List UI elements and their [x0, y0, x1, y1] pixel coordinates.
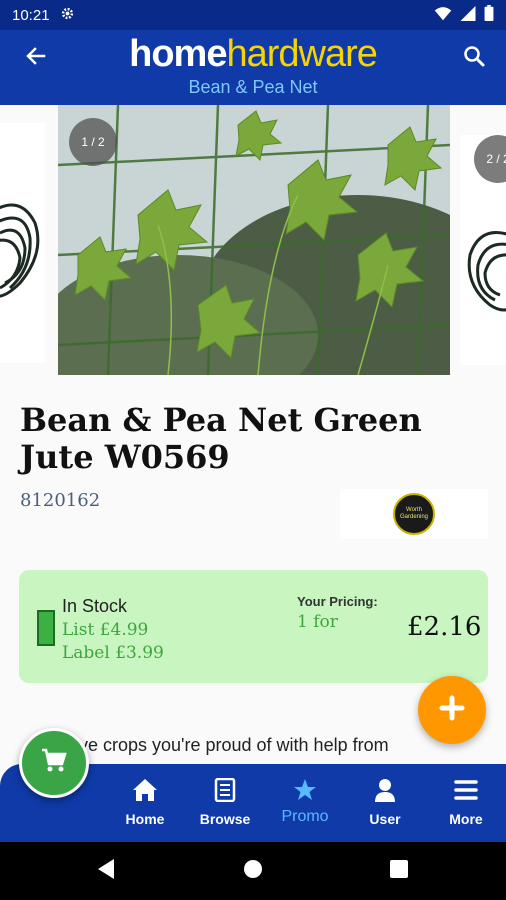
screen: 10:21 homehardware Bean & Pea Net 1 / 2 … [0, 0, 506, 900]
pricing-label: Your Pricing: [297, 594, 378, 609]
shopping-cart-icon [41, 748, 67, 779]
plus-icon [438, 694, 466, 727]
stock-status: In Stock [62, 596, 128, 616]
system-home-button[interactable] [241, 859, 265, 883]
nav-item-browse[interactable]: Browse [190, 777, 260, 834]
search-button[interactable] [456, 40, 492, 76]
system-recents-button[interactable] [387, 859, 411, 883]
browse-icon [214, 777, 236, 805]
nav-item-more[interactable]: More [431, 778, 501, 834]
battery-icon [484, 5, 494, 25]
product-description: ...ve crops you're proud of with help fr… [64, 735, 389, 755]
system-navigation-bar [0, 842, 506, 900]
system-back-button[interactable] [94, 858, 118, 885]
nav-item-home[interactable]: Home [110, 778, 180, 834]
add-button[interactable] [418, 676, 486, 744]
menu-icon [454, 778, 478, 805]
nav-label-home: Home [125, 811, 165, 827]
brand-logo: homehardware [0, 32, 506, 76]
carousel-prev-image[interactable] [0, 123, 45, 363]
settings-gear-icon [60, 6, 75, 25]
app-bar: homehardware Bean & Pea Net [0, 30, 506, 105]
status-bar: 10:21 [0, 0, 506, 30]
user-icon [374, 778, 396, 805]
search-icon [462, 44, 486, 73]
nav-item-user[interactable]: User [350, 778, 420, 834]
wifi-icon [434, 6, 452, 25]
product-title: Bean & Pea Net Green Jute W0569 [20, 401, 422, 476]
pricing-amount: £2.16 [407, 612, 482, 642]
status-time: 10:21 [12, 6, 50, 24]
status-right [434, 5, 494, 25]
stock-indicator [37, 610, 55, 646]
nav-label-browse: Browse [199, 811, 251, 827]
brand-hardware: hardware [226, 33, 377, 75]
product-image [58, 105, 450, 375]
recents-square-icon [389, 859, 409, 884]
brand-home: home [129, 33, 227, 75]
signal-icon [460, 5, 476, 25]
pricing-quantity: 1 for [297, 612, 338, 632]
label-price: Label £3.99 [62, 643, 164, 663]
nav-label-user: User [369, 811, 401, 827]
page-subtitle: Bean & Pea Net [188, 77, 318, 97]
worth-gardening-logo: Worth Gardening [393, 493, 435, 535]
brand-logo-box: Worth Gardening [340, 489, 488, 539]
home-circle-icon [243, 859, 263, 884]
star-icon [293, 778, 317, 805]
brand-logo-text: Worth Gardening [399, 507, 429, 520]
home-icon [132, 778, 158, 805]
image-carousel[interactable]: 1 / 2 2 / 2 [0, 105, 506, 377]
list-price: List £4.99 [62, 620, 149, 640]
stock-pricing-card: In Stock List £4.99 Label £3.99 Your Pri… [19, 570, 488, 683]
nav-item-promo[interactable]: Promo [270, 778, 340, 834]
cart-button[interactable] [19, 728, 89, 798]
product-code: 8120162 [20, 490, 101, 511]
carousel-page-indicator: 1 / 2 [69, 118, 117, 166]
nav-label-promo: Promo [281, 808, 329, 825]
nav-label-more: More [449, 811, 483, 827]
back-triangle-icon [96, 858, 116, 885]
